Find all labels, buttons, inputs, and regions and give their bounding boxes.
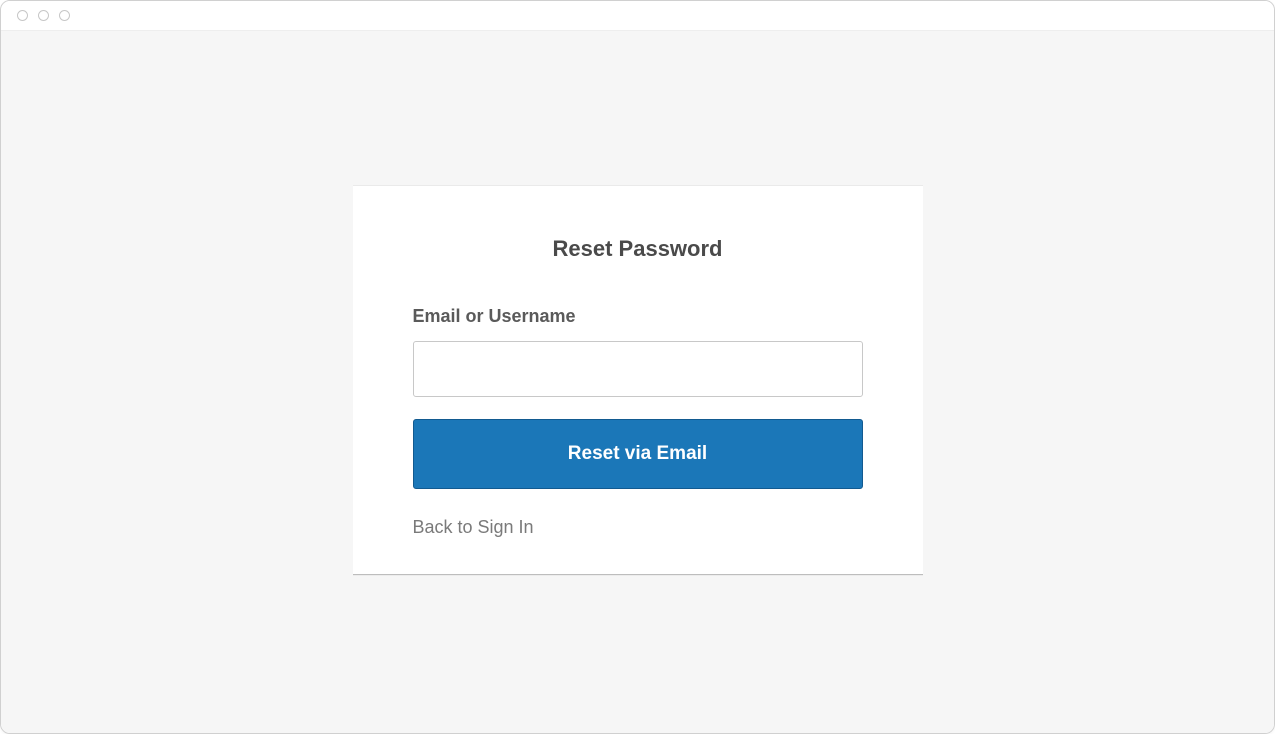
email-username-input[interactable] [413, 341, 863, 397]
reset-via-email-button[interactable]: Reset via Email [413, 419, 863, 489]
page-content: Reset Password Email or Username Reset v… [1, 31, 1274, 733]
browser-window: Reset Password Email or Username Reset v… [0, 0, 1275, 734]
reset-password-card: Reset Password Email or Username Reset v… [353, 185, 923, 575]
window-minimize-icon[interactable] [38, 10, 49, 21]
window-maximize-icon[interactable] [59, 10, 70, 21]
back-to-sign-in-link[interactable]: Back to Sign In [413, 517, 534, 538]
window-close-icon[interactable] [17, 10, 28, 21]
card-title: Reset Password [413, 236, 863, 262]
browser-titlebar [1, 1, 1274, 31]
email-username-label: Email or Username [413, 306, 863, 327]
